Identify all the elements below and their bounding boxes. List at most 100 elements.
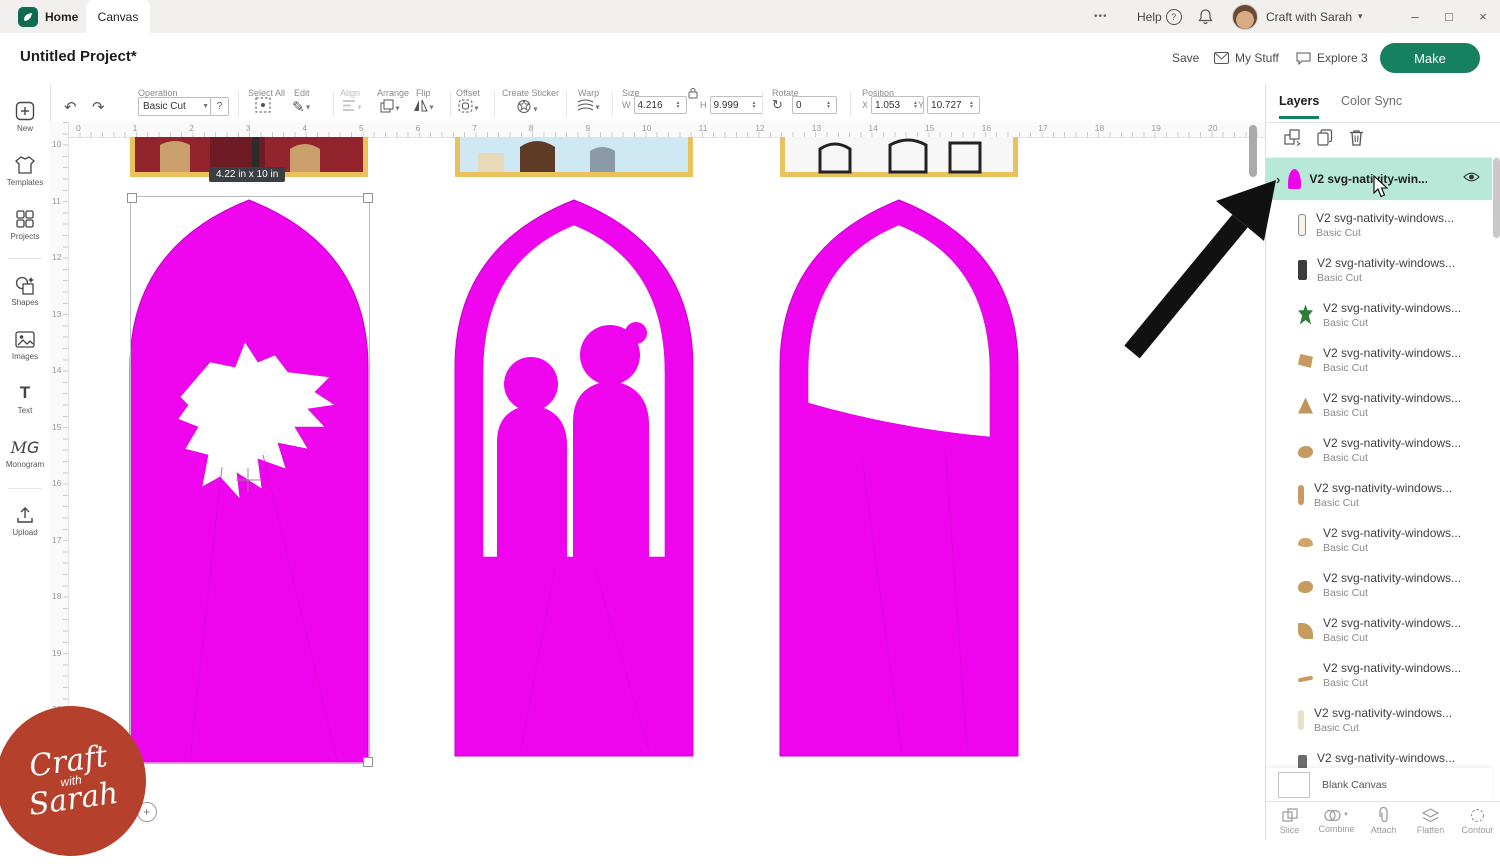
group-button[interactable]	[1284, 129, 1301, 151]
layer-row[interactable]: V2 svg-nativity-windows... Basic Cut	[1266, 517, 1492, 562]
layer-row[interactable]: V2 svg-nativity-windows... Basic Cut	[1266, 697, 1492, 742]
offset-icon	[458, 99, 473, 113]
layer-type-label: Basic Cut	[1323, 587, 1473, 599]
clipped-image-3[interactable]	[780, 137, 1018, 177]
home-label: Home	[45, 10, 78, 24]
titlebar: Home Canvas ••• Help ? Craft with Sarah …	[0, 0, 1500, 34]
chevron-down-icon: ▾	[1358, 11, 1363, 22]
layer-row[interactable]: V2 svg-nativity-windows... Basic Cut	[1266, 472, 1492, 517]
blank-canvas-row[interactable]: Blank Canvas	[1266, 768, 1492, 802]
tab-canvas[interactable]: Canvas	[86, 0, 150, 33]
slice-icon	[1282, 808, 1298, 823]
layer-name: V2 svg-nativity-windows...	[1323, 661, 1473, 675]
contour-button[interactable]: Contour	[1454, 802, 1500, 840]
sidebar-item-projects[interactable]: Projects	[0, 200, 50, 250]
panel-scrollbar-thumb[interactable]	[1493, 158, 1500, 238]
layer-name: V2 svg-nativity-windows...	[1316, 211, 1466, 225]
offset-button[interactable]: ▼	[458, 99, 480, 117]
flip-icon	[413, 99, 428, 112]
clipped-image-2[interactable]	[455, 137, 693, 177]
layer-row[interactable]: V2 svg-nativity-windows... Basic Cut	[1266, 742, 1492, 768]
help-menu[interactable]: Help ?	[1137, 0, 1182, 33]
overflow-menu[interactable]: •••	[1094, 0, 1108, 33]
width-stepper[interactable]: ▲▼	[676, 101, 681, 109]
visibility-eye-icon[interactable]	[1463, 170, 1480, 188]
layer-type-label: Basic Cut	[1323, 407, 1473, 419]
home-tab[interactable]: Home	[8, 0, 88, 33]
notifications-button[interactable]	[1198, 0, 1213, 33]
height-stepper[interactable]: ▲▼	[752, 101, 757, 109]
layer-row-selected[interactable]: › V2 svg-nativity-win...	[1266, 158, 1492, 200]
operation-help-button[interactable]: ?	[210, 97, 229, 116]
sidebar-item-images[interactable]: Images	[0, 320, 50, 370]
expand-chevron-icon[interactable]: ›	[1276, 172, 1280, 187]
account-menu[interactable]: Craft with Sarah ▾	[1232, 0, 1363, 33]
make-button[interactable]: Make	[1380, 43, 1480, 73]
sidebar-item-text[interactable]: T Text	[0, 374, 50, 424]
layer-thumbnail	[1298, 446, 1313, 458]
tab-color-sync[interactable]: Color Sync	[1341, 94, 1402, 108]
duplicate-button[interactable]	[1317, 129, 1333, 151]
my-stuff-button[interactable]: My Stuff	[1214, 51, 1279, 65]
attach-button[interactable]: Attach	[1360, 802, 1407, 840]
rotate-button[interactable]: ↻	[772, 97, 783, 113]
ruler-number: 13	[812, 123, 821, 133]
layer-row[interactable]: V2 svg-nativity-windows... Basic Cut	[1266, 202, 1492, 247]
selection-icon	[255, 97, 271, 113]
align-button[interactable]: ▼	[342, 99, 363, 116]
save-button[interactable]: Save	[1172, 51, 1199, 65]
undo-button[interactable]: ↶	[64, 98, 77, 116]
layer-thumbnail	[1288, 169, 1301, 189]
layer-type-label: Basic Cut	[1316, 227, 1466, 239]
layer-row[interactable]: V2 svg-nativity-windows... Basic Cut	[1266, 337, 1492, 382]
bell-icon	[1198, 9, 1213, 25]
layer-row[interactable]: V2 svg-nativity-windows... Basic Cut	[1266, 427, 1492, 472]
layer-row[interactable]: V2 svg-nativity-windows... Basic Cut	[1266, 562, 1492, 607]
maximize-button[interactable]: □	[1432, 0, 1466, 33]
create-sticker-button[interactable]: ▼	[516, 99, 539, 118]
operation-dropdown[interactable]: Basic Cut▼	[138, 97, 214, 116]
canvas-artboard	[50, 137, 1265, 840]
flatten-button[interactable]: Flatten	[1407, 802, 1454, 840]
y-stepper[interactable]: ▲▼	[969, 101, 974, 109]
close-button[interactable]: ×	[1466, 0, 1500, 33]
canvas[interactable]: 01234567891011121314151617181920 1011121…	[50, 122, 1265, 840]
warp-button[interactable]: ▼	[577, 99, 601, 116]
edit-toolbar: ↶ ↷ Operation Basic Cut▼ ? Select All Ed…	[50, 84, 1265, 123]
explore-button[interactable]: Explore 3	[1296, 51, 1368, 65]
text-icon: T	[20, 383, 30, 403]
sidebar-item-monogram[interactable]: M𝘎 Monogram	[0, 428, 50, 478]
layer-row[interactable]: V2 svg-nativity-windows... Basic Cut	[1266, 292, 1492, 337]
layer-row[interactable]: V2 svg-nativity-windows... Basic Cut	[1266, 607, 1492, 652]
sidebar-divider	[8, 258, 42, 259]
width-label: W	[622, 100, 631, 110]
sidebar-item-upload[interactable]: Upload	[0, 496, 50, 546]
flip-button[interactable]: ▼	[413, 99, 435, 116]
arrange-button[interactable]: ▼	[380, 99, 401, 117]
offset-label: Offset	[456, 88, 480, 98]
sidebar-item-templates[interactable]: Templates	[0, 146, 50, 196]
sidebar-item-new[interactable]: New	[0, 92, 50, 142]
layer-row[interactable]: V2 svg-nativity-windows... Basic Cut	[1266, 652, 1492, 697]
rotate-stepper[interactable]: ▲▼	[826, 101, 831, 109]
delete-button[interactable]	[1349, 129, 1364, 151]
canvas-scrollbar-thumb[interactable]	[1249, 125, 1257, 177]
redo-button[interactable]: ↷	[92, 98, 105, 116]
minimize-button[interactable]: –	[1398, 0, 1432, 33]
layer-list: V2 svg-nativity-windows... Basic Cut V2 …	[1266, 202, 1492, 768]
ruler-number: 1	[133, 123, 138, 133]
slice-button[interactable]: Slice	[1266, 802, 1313, 840]
tab-layers[interactable]: Layers	[1279, 94, 1319, 108]
layer-row[interactable]: V2 svg-nativity-windows... Basic Cut	[1266, 247, 1492, 292]
sidebar-item-shapes[interactable]: Shapes	[0, 266, 50, 316]
edit-button[interactable]: ✎▼	[292, 98, 312, 116]
select-all-button[interactable]	[255, 97, 271, 117]
warp-icon	[577, 99, 594, 112]
warp-label: Warp	[578, 88, 599, 98]
layer-row[interactable]: V2 svg-nativity-windows... Basic Cut	[1266, 382, 1492, 427]
ruler-number: 7	[472, 123, 477, 133]
combine-button[interactable]: ▼ Combine	[1313, 802, 1360, 840]
ruler-number: 11	[699, 123, 708, 133]
account-name: Craft with Sarah	[1266, 10, 1352, 24]
lock-icon[interactable]	[688, 86, 698, 104]
